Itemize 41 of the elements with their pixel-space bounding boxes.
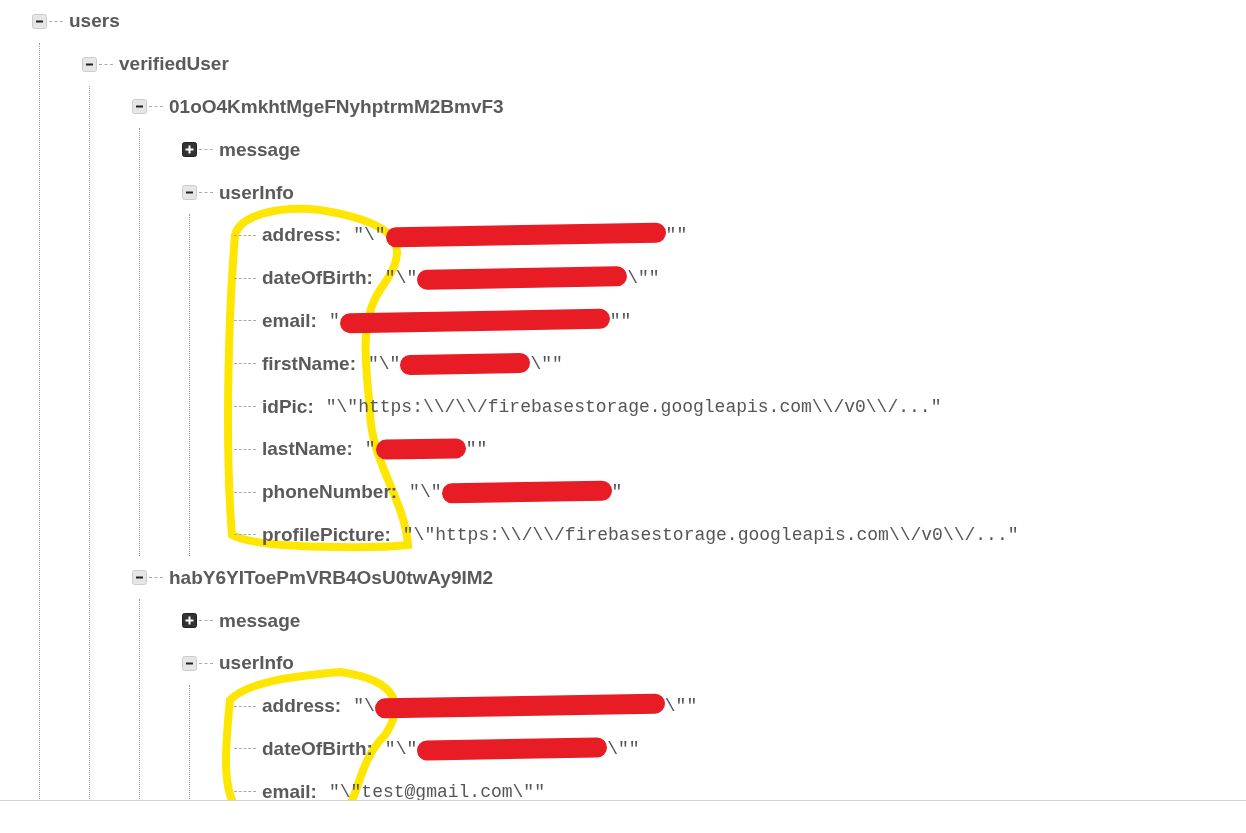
minus-square-icon[interactable]	[32, 13, 47, 29]
node-key[interactable]: 01oO4KmkhtMgeFNyhptrmM2BmvF3	[169, 96, 504, 118]
node-key[interactable]: message	[219, 138, 301, 161]
node-key[interactable]: userInfo	[219, 652, 294, 675]
field-key: idPic:	[262, 395, 314, 418]
minus-square-icon[interactable]	[182, 655, 197, 671]
minus-square-icon[interactable]	[132, 570, 147, 586]
field-value: "\"	[368, 353, 401, 374]
field-value: "	[328, 310, 340, 331]
field-value: \""	[607, 738, 640, 759]
field-key: email:	[262, 780, 317, 800]
node-key[interactable]: message	[219, 609, 301, 632]
plus-square-icon[interactable]	[182, 142, 197, 158]
field-value: "\"	[353, 225, 386, 246]
field-key: address:	[262, 224, 342, 247]
field-value: \""	[627, 268, 660, 289]
field-value: "\"	[409, 482, 442, 503]
field-value: \""	[530, 353, 563, 374]
field-value: "\	[353, 696, 375, 717]
minus-square-icon[interactable]	[82, 56, 97, 72]
node-key[interactable]: verifiedUser	[119, 53, 229, 76]
field-value: "	[364, 439, 376, 460]
field-value: ""	[465, 439, 488, 460]
field-key: email:	[262, 309, 317, 332]
minus-square-icon[interactable]	[182, 185, 197, 201]
node-key[interactable]: userInfo	[219, 181, 294, 204]
field-value: ""	[665, 225, 688, 246]
minus-square-icon[interactable]	[132, 99, 147, 115]
field-key: address:	[262, 695, 342, 718]
field-key: lastName:	[262, 438, 353, 461]
field-key: dateOfBirth:	[262, 737, 373, 760]
node-key[interactable]: habY6YIToePmVRB4OsU0twAy9IM2	[169, 566, 494, 589]
field-value: \""	[664, 696, 698, 717]
field-key: dateOfBirth:	[262, 267, 373, 290]
field-value: "	[611, 482, 623, 503]
plus-square-icon[interactable]	[182, 613, 197, 629]
node-key[interactable]: users	[69, 10, 120, 33]
field-key: firstName:	[262, 352, 356, 375]
field-value: "\"	[384, 738, 418, 759]
field-value: ""	[609, 310, 632, 331]
field-key: profilePicture:	[262, 523, 391, 546]
